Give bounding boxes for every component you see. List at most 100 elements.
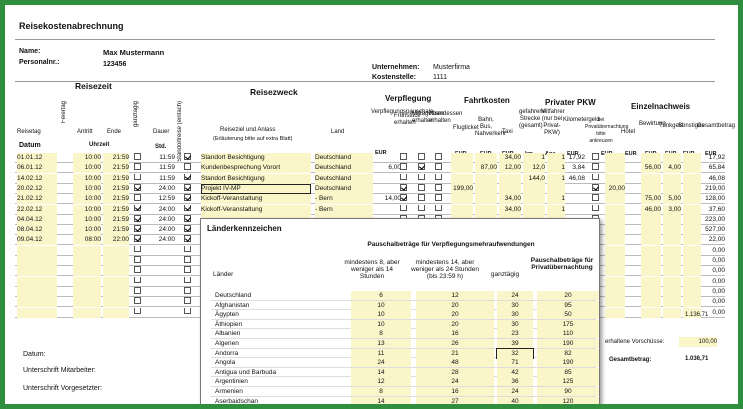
checkbox-f[interactable] [399,163,407,171]
checkbox-a[interactable] [434,194,442,201]
cell-trink[interactable] [663,153,681,163]
cell-bahn[interactable] [475,183,497,194]
cell-bew[interactable]: 46,00 [641,204,661,215]
checkbox-priv[interactable] [591,194,599,201]
cell-start[interactable] [73,286,101,297]
cell-date[interactable] [17,266,57,277]
cell-hotel[interactable] [605,214,625,225]
cell-sonst[interactable] [683,297,701,308]
checkbox-ganz[interactable] [133,297,141,304]
cell-sonst[interactable] [683,173,701,184]
checkbox-standort[interactable] [183,307,191,315]
cell-bew[interactable] [641,307,661,318]
cell-km[interactable] [523,204,545,215]
cell-sonst[interactable] [683,163,701,174]
cell-bahn[interactable] [475,173,497,184]
cell-land[interactable]: - Bern [315,194,373,205]
cell-bew[interactable]: 56,00 [641,163,661,174]
checkbox-standort[interactable] [183,256,191,263]
cell-taxi[interactable]: 34,00 [499,194,521,205]
cell-dauer[interactable] [147,297,175,307]
checkbox-ganz[interactable] [133,153,141,160]
cell-land[interactable]: Deutschland [315,163,373,174]
checkbox-ganz[interactable] [133,286,141,294]
cell-taxi[interactable]: 34,00 [499,204,521,215]
cell-total[interactable]: 37,60 [703,205,725,215]
cell-end[interactable]: 21:59 [103,183,129,194]
cell-bahn[interactable] [475,204,497,215]
cell-end[interactable] [103,276,129,287]
cell-flug[interactable] [451,173,473,184]
cell-trink[interactable] [663,225,681,236]
checkbox-standort[interactable] [183,276,191,284]
cell-flug[interactable] [451,194,473,205]
checkbox-a[interactable] [434,163,442,171]
checkbox-ganz[interactable] [133,163,141,171]
checkbox-f[interactable] [399,173,407,181]
cell-total[interactable]: 0,00 [703,287,725,297]
cell-km[interactable] [523,194,545,205]
cell-end[interactable] [103,266,129,277]
cell-trink[interactable] [663,286,681,297]
cell-dauer[interactable] [147,256,175,266]
cell-land[interactable]: Deutschland [315,153,373,163]
cell-hotel[interactable] [605,163,625,174]
cell-sonst[interactable] [683,153,701,163]
cell-start[interactable] [73,276,101,287]
cell-hotel[interactable] [605,225,625,236]
country-codes-popup[interactable]: Länderkennzeichen Pauschalbeträge für Ve… [200,218,600,404]
checkbox-standort[interactable] [183,194,191,201]
cell-bew[interactable] [641,266,661,277]
cell-trink[interactable] [663,245,681,256]
cell-mit[interactable]: 1 [547,163,565,174]
cell-bew[interactable] [641,183,661,194]
cell-hotel[interactable] [605,235,625,246]
cell-hotel[interactable] [605,173,625,184]
cell-sonst[interactable] [683,235,701,246]
cell-total[interactable]: 22,00 [703,235,725,245]
cell-start[interactable]: 10:00 [73,163,101,174]
checkbox-standort[interactable] [183,183,191,191]
cell-trink[interactable] [663,173,681,184]
checkbox-f[interactable] [399,204,407,212]
cell-trink[interactable] [663,256,681,266]
cell-bew[interactable] [641,225,661,236]
cell-end[interactable]: 22:00 [103,235,129,246]
checkbox-a[interactable] [434,173,442,181]
cell-date[interactable]: 14.02.12 [17,173,57,184]
cell-mit[interactable]: 1 [547,204,565,215]
checkbox-standort[interactable] [183,286,191,294]
cell-hotel[interactable] [605,256,625,266]
cell-dauer[interactable]: 24:00 [147,235,175,245]
cell-total[interactable]: 128,00 [703,194,725,204]
cell-start[interactable] [73,266,101,277]
cell-ziel[interactable]: Kickoff-Veranstaltung [201,194,311,205]
cost-center-value[interactable]: 1111 [433,74,447,81]
checkbox-a[interactable] [434,153,442,160]
cell-ziel[interactable]: Kickoff-Veranstaltung [201,204,311,215]
cell-hotel[interactable] [605,307,625,318]
checkbox-standort[interactable] [183,163,191,171]
cell-dauer[interactable] [147,246,175,256]
cell-dauer[interactable] [147,277,175,287]
cell-dauer[interactable]: 11:59 [147,153,175,163]
cell-mit[interactable] [547,183,565,194]
checkbox-standort[interactable] [183,235,191,243]
cell-kmgeld[interactable] [567,194,585,204]
checkbox-ganz[interactable] [133,276,141,284]
cell-dauer[interactable] [147,266,175,276]
cell-start[interactable] [73,297,101,308]
cell-bew[interactable] [641,297,661,308]
checkbox-priv[interactable] [591,173,599,181]
cell-km[interactable]: 1 [523,153,545,163]
cell-bahn[interactable] [475,153,497,163]
cell-bew[interactable] [641,276,661,287]
cell-ziel[interactable]: Kundenbesprechung Vorort [201,163,311,174]
checkbox-standort[interactable] [183,214,191,222]
checkbox-ganz[interactable] [133,225,141,232]
cell-km[interactable] [523,183,545,194]
cell-dauer[interactable]: 24:00 [147,215,175,225]
cell-start[interactable] [73,245,101,256]
checkbox-ganz[interactable] [133,173,141,181]
cell-bew[interactable]: 75,00 [641,194,661,205]
